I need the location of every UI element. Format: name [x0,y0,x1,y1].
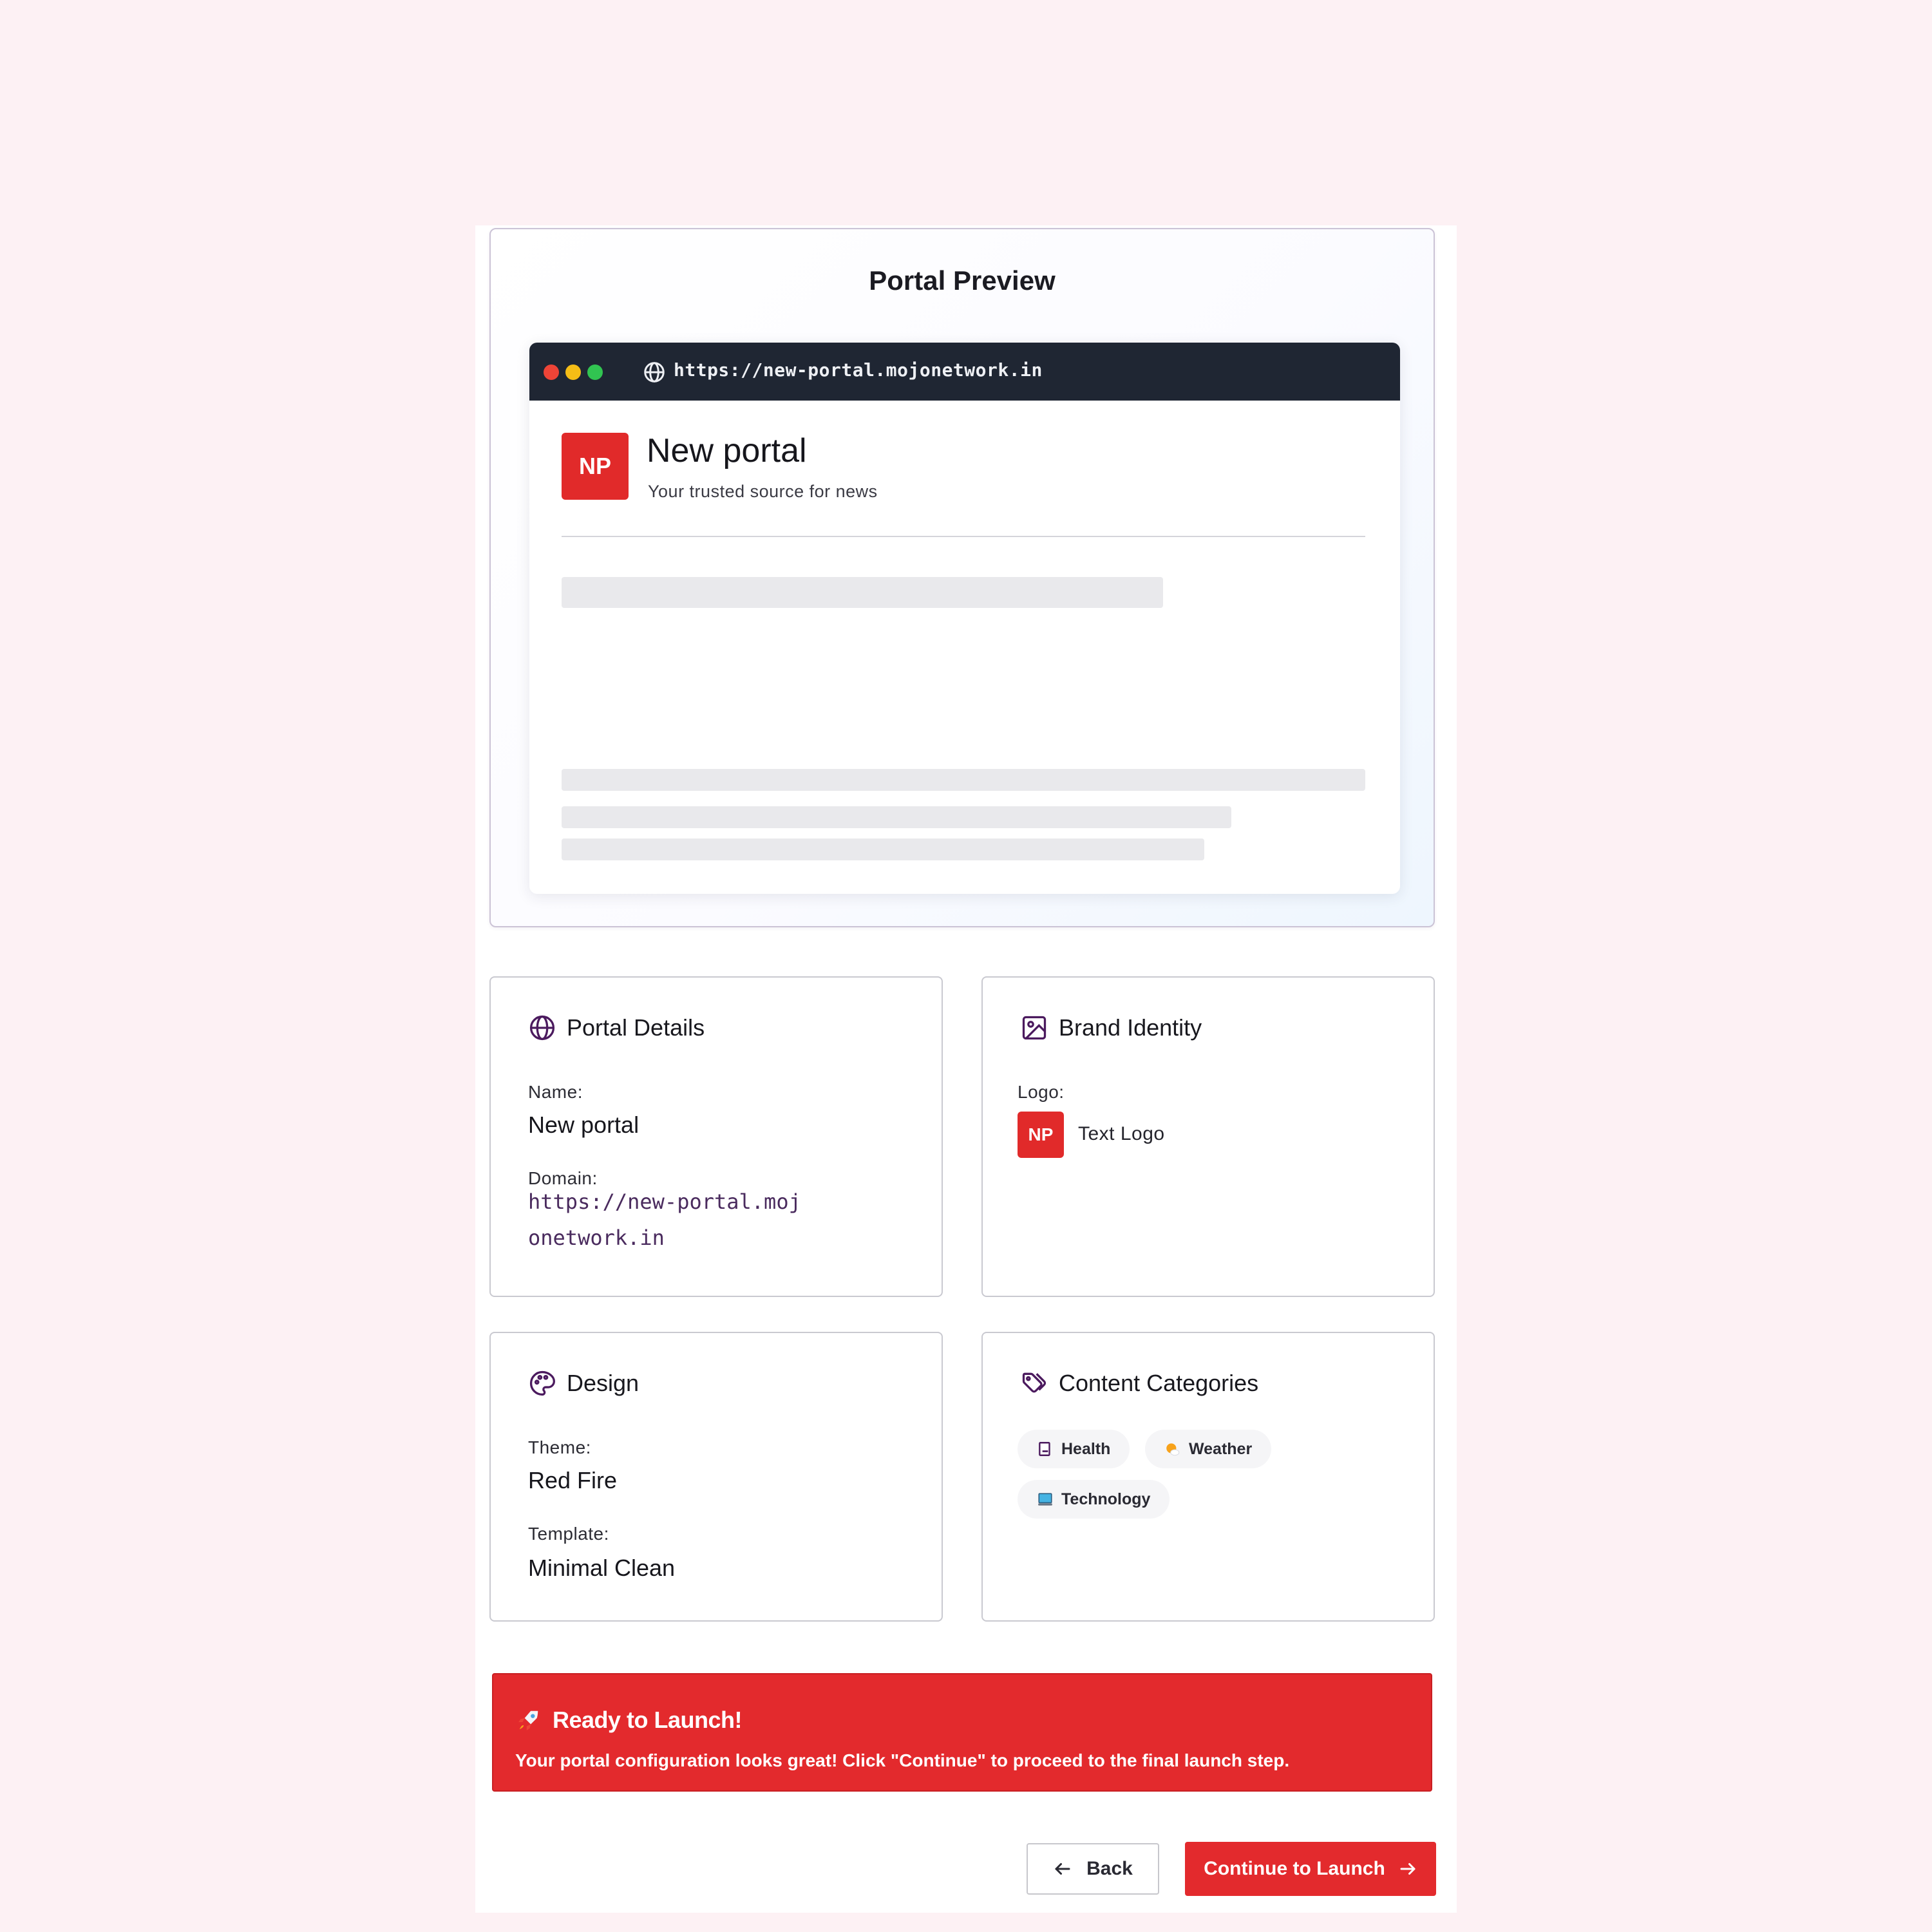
site-logo: NP [562,433,629,500]
tags-icon [1022,1372,1046,1393]
card-title: Content Categories [1059,1370,1259,1396]
theme-value: Red Fire [528,1467,618,1493]
health-icon [1039,1442,1050,1456]
review-panel: Portal Preview https://new-portal.mojone… [475,225,1457,1913]
ready-to-launch-banner: Ready to Launch! Your portal configurati… [492,1673,1432,1792]
rocket-icon [518,1710,538,1730]
logo-badge: NP [1018,1112,1064,1158]
continue-to-launch-button[interactable]: Continue to Launch [1185,1842,1436,1896]
image-icon [1022,1016,1046,1040]
site-name: New portal [647,432,807,469]
card-title: Brand Identity [1059,1014,1202,1041]
category-chip-health: Health [1018,1430,1130,1468]
name-label: Name: [528,1082,583,1102]
category-chip-weather: Weather [1145,1430,1272,1468]
weather-icon [1166,1443,1180,1456]
browser-address-bar: https://new-portal.mojonetwork.in [529,343,1400,401]
skeleton-line [562,838,1204,860]
window-minimize-dot [565,365,581,380]
window-maximize-dot [587,365,603,380]
skeleton-line [562,806,1231,828]
globe-icon [529,1015,555,1041]
skeleton-line [562,769,1365,791]
back-button-label: Back [1086,1858,1133,1879]
site-tagline: Your trusted source for news [648,482,878,501]
design-card: Design Theme: Red Fire Template: Minimal… [489,1332,943,1622]
brand-identity-card: Brand Identity Logo: NP Text Logo [981,976,1435,1297]
preview-title: Portal Preview [869,265,1056,296]
logo-type: Text Logo [1078,1123,1165,1144]
globe-icon [644,362,665,383]
portal-details-card: Portal Details Name: New portal Domain: … [489,976,943,1297]
browser-mockup: https://new-portal.mojonetwork.in NP New… [529,343,1400,894]
palette-icon [529,1370,555,1396]
technology-icon [1038,1493,1052,1506]
content-categories-card: Content Categories Health Weather Techno… [981,1332,1435,1622]
template-value: Minimal Clean [528,1555,676,1581]
category-chip-technology: Technology [1018,1480,1170,1519]
theme-label: Theme: [528,1437,591,1457]
template-label: Template: [528,1524,609,1544]
back-button[interactable]: Back [1027,1843,1159,1895]
domain-value: https://new-portal.mojonetwork.in [528,1189,801,1250]
arrow-left-icon [1055,1863,1070,1875]
card-title: Design [567,1370,639,1396]
arrow-right-icon [1400,1863,1416,1875]
window-close-dot [544,365,559,380]
continue-button-label: Continue to Launch [1204,1858,1385,1879]
card-title: Portal Details [567,1014,705,1041]
skeleton-headline [562,577,1163,608]
launch-title: Ready to Launch! [553,1707,743,1733]
name-value: New portal [528,1112,639,1138]
logo-label: Logo: [1018,1082,1065,1102]
preview-url: https://new-portal.mojonetwork.in [674,359,1043,381]
site-divider [562,536,1365,537]
portal-preview-card: Portal Preview https://new-portal.mojone… [489,228,1435,927]
launch-message: Your portal configuration looks great! C… [515,1750,1290,1770]
